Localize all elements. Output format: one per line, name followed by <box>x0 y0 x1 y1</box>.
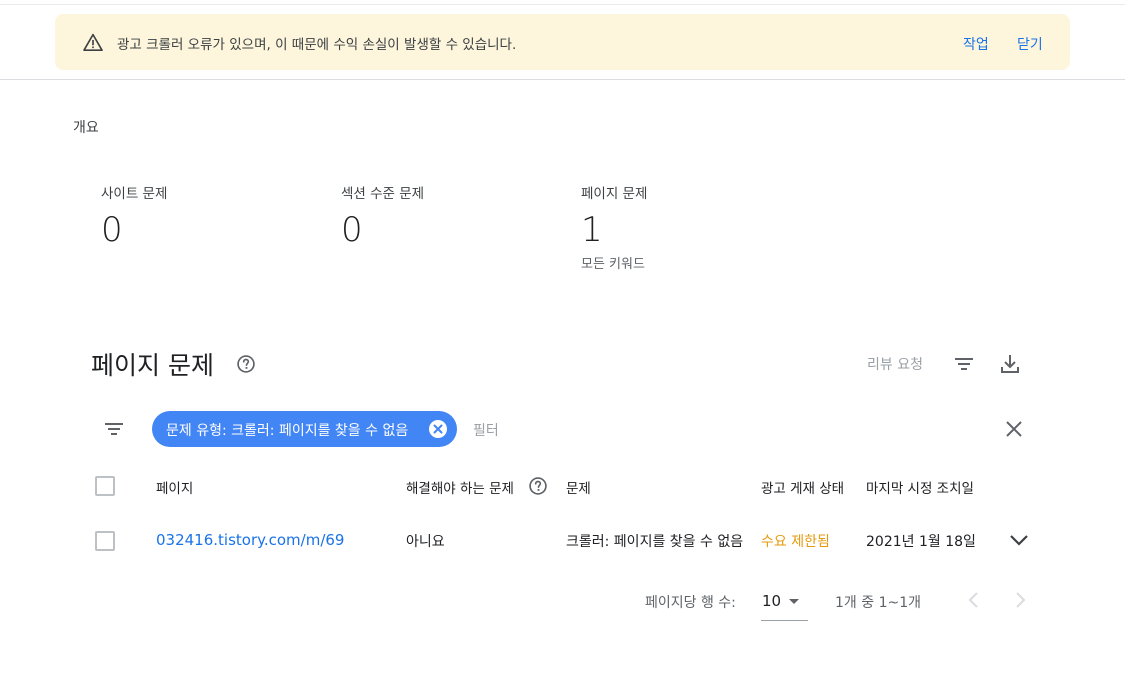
column-header-last-action[interactable]: 마지막 시정 조치일 <box>866 477 974 497</box>
header-divider <box>0 79 1125 80</box>
chevron-down-icon[interactable] <box>1007 528 1031 552</box>
banner-action-button[interactable]: 작업 <box>963 34 989 54</box>
ad-status-value: 수요 제한됨 <box>761 534 830 550</box>
banner-message: 광고 크롤러 오류가 있으며, 이 때문에 수익 손실이 발생할 수 있습니다. <box>117 37 517 53</box>
dropdown-arrow-icon <box>789 599 799 604</box>
help-icon[interactable] <box>236 354 256 374</box>
stat-label: 사이트 문제 <box>101 186 168 202</box>
page-link[interactable]: 032416.tistory.com/m/69 <box>156 531 344 549</box>
select-all-checkbox[interactable] <box>95 476 115 496</box>
rows-per-page-label: 페이지당 행 수: <box>645 595 736 611</box>
last-action-value: 2021년 1월 18일 <box>866 534 976 550</box>
crawler-error-banner: 광고 크롤러 오류가 있으며, 이 때문에 수익 손실이 발생할 수 있습니다.… <box>55 14 1070 70</box>
warning-icon <box>83 33 103 51</box>
top-border <box>0 4 1125 5</box>
issue-value: 크롤러: 페이지를 찾을 수 없음 <box>566 534 744 550</box>
stat-section-issues: 섹션 수준 문제 0 <box>341 182 424 250</box>
filter-icon[interactable] <box>102 417 126 441</box>
stat-sub: 모든 키워드 <box>581 257 645 272</box>
chevron-right-icon[interactable] <box>1008 588 1032 612</box>
stat-page-issues: 페이지 문제 1 모든 키워드 <box>581 182 647 272</box>
overview-title: 개요 <box>73 120 99 136</box>
help-icon[interactable] <box>528 476 548 496</box>
remove-chip-icon[interactable] <box>428 419 448 439</box>
stat-label: 페이지 문제 <box>581 186 648 202</box>
filter-chip[interactable]: 문제 유형: 크롤러: 페이지를 찾을 수 없음 <box>152 411 457 447</box>
rows-per-page-value: 10 <box>762 592 782 610</box>
filter-input[interactable]: 필터 <box>473 420 499 440</box>
column-header-must-fix[interactable]: 해결해야 하는 문제 <box>406 477 514 497</box>
column-header-ad-status[interactable]: 광고 게재 상태 <box>761 477 844 497</box>
banner-close-button[interactable]: 닫기 <box>1017 34 1043 54</box>
stat-value: 0 <box>341 210 363 250</box>
stat-site-issues: 사이트 문제 0 <box>101 182 167 250</box>
must-fix-value: 아니요 <box>406 534 445 550</box>
filter-chip-label: 문제 유형: 크롤러: 페이지를 찾을 수 없음 <box>166 423 409 439</box>
stat-value: 0 <box>101 210 123 250</box>
stat-label: 섹션 수준 문제 <box>341 186 425 202</box>
review-request-button[interactable]: 리뷰 요청 <box>867 354 923 374</box>
download-icon[interactable] <box>998 352 1022 376</box>
filter-icon[interactable] <box>952 352 976 376</box>
rows-per-page-select[interactable]: 10 <box>761 586 808 621</box>
column-header-issue[interactable]: 문제 <box>566 477 591 497</box>
stat-value: 1 <box>581 210 603 250</box>
pagination-range: 1개 중 1~1개 <box>835 595 921 611</box>
chevron-left-icon[interactable] <box>962 588 986 612</box>
column-header-page[interactable]: 페이지 <box>156 477 193 497</box>
row-checkbox[interactable] <box>95 531 115 551</box>
close-icon[interactable] <box>1002 417 1026 441</box>
page-issues-title: 페이지 문제 <box>91 351 214 380</box>
